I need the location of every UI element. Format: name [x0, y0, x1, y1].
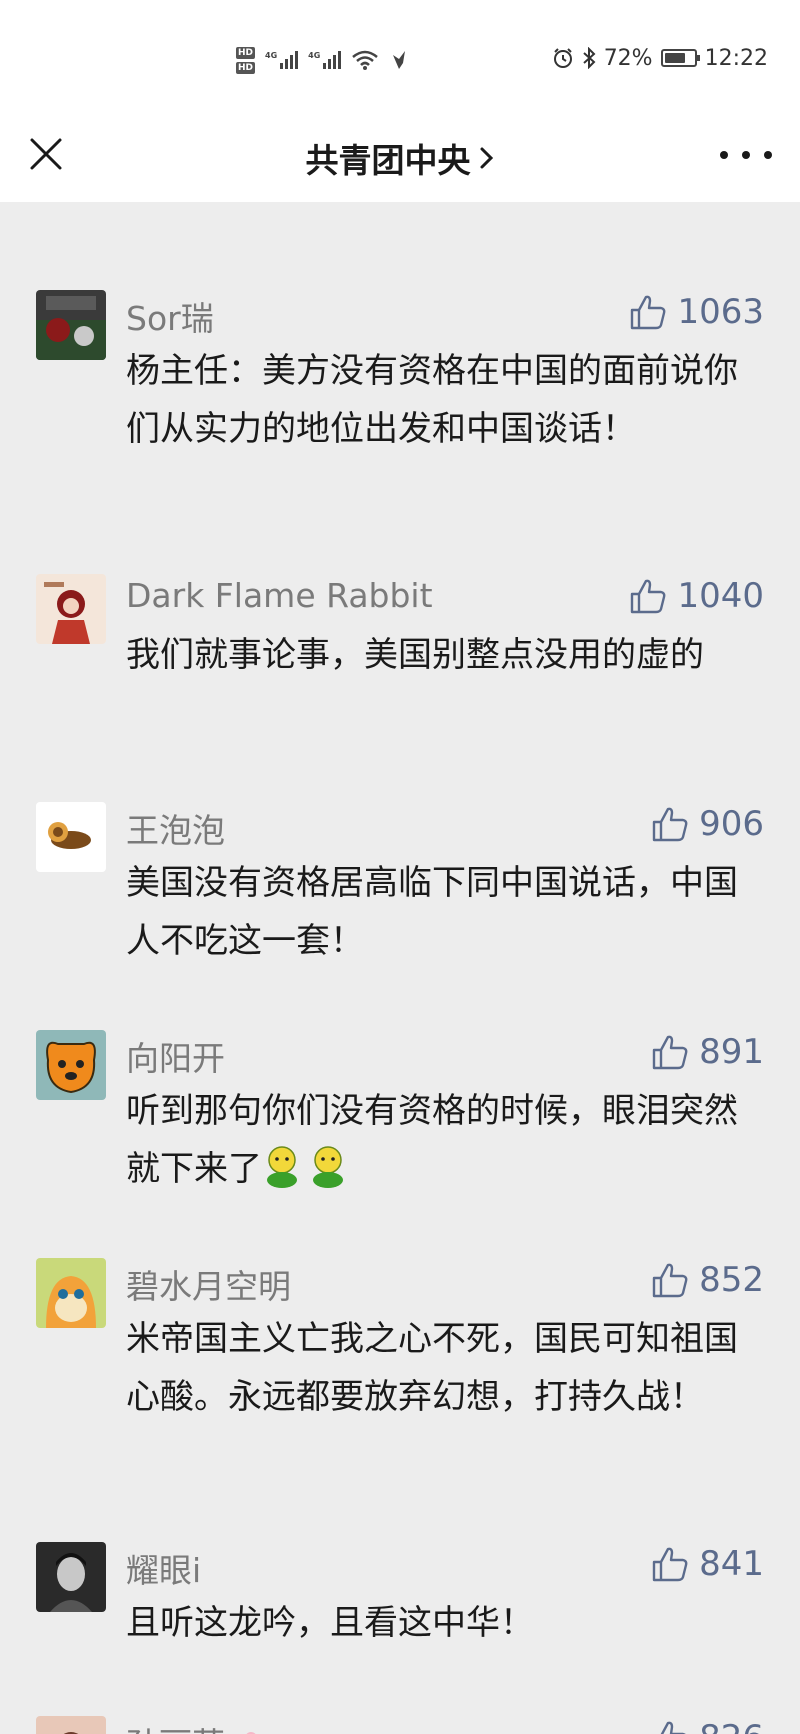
signal-icon: 4G: [308, 51, 342, 69]
comment-author-name: 孙丽莉: [126, 1725, 225, 1734]
comment-text: 听到那句你们没有资格的时候，眼泪突然就下来了: [126, 1082, 746, 1198]
butterfly-icon: [393, 51, 406, 69]
like-count: 891: [699, 1032, 764, 1072]
network-type-label: 4G: [308, 51, 321, 60]
comment-author: 向阳开: [126, 1039, 225, 1078]
more-icon: [764, 151, 772, 159]
avatar[interactable]: [36, 290, 106, 360]
comment-text: 美国没有资格居高临下同中国说话，中国人不吃这一套！: [126, 863, 738, 961]
like-count: 906: [699, 804, 764, 844]
like-count: 826: [699, 1718, 764, 1734]
comment-author: Dark Flame Rabbit: [126, 576, 433, 615]
avatar[interactable]: [36, 1542, 106, 1612]
thumbs-up-icon: [652, 1263, 688, 1298]
signal-bar: [338, 51, 342, 69]
comment-text: 且听这龙吟，且看这中华！: [126, 1603, 534, 1643]
comment-text: 米帝国主义亡我之心不死，国民可知祖国心酸。永远都要放弃幻想，打持久战！: [126, 1319, 738, 1417]
comment-author: Sor瑞: [126, 299, 214, 338]
thumbs-up-icon: [631, 295, 666, 330]
avatar[interactable]: [36, 802, 106, 872]
comment-author: 王泡泡: [126, 811, 225, 850]
wifi-icon: [352, 50, 379, 70]
signal-bar: [295, 51, 299, 69]
more-options-button[interactable]: [720, 140, 772, 170]
like-button[interactable]: 826: [651, 1716, 764, 1734]
like-button[interactable]: 891: [651, 1030, 764, 1074]
clock: 12:22: [704, 45, 768, 71]
avatar[interactable]: [36, 1030, 106, 1100]
battery-level: [664, 53, 685, 63]
like-count: 852: [699, 1260, 764, 1300]
signal-bar: [290, 55, 294, 69]
thumbs-up-icon: [652, 1547, 688, 1582]
comment-author: 孙丽莉: [126, 1718, 266, 1734]
like-button[interactable]: 1063: [629, 290, 764, 334]
signal-icon: 4G: [265, 51, 299, 69]
signal-bar: [323, 63, 327, 69]
hd-indicators: HD HD: [236, 46, 256, 74]
chevron-right-icon: [480, 147, 493, 169]
avatar[interactable]: [36, 1716, 106, 1734]
battery-percent: 72%: [603, 45, 653, 71]
page-title: 共青团中央: [305, 141, 471, 180]
thumbs-up-icon: [660, 1721, 686, 1734]
comment-list[interactable]: Sor瑞 1063 杨主任：美方没有资格在中国的面前说你们从实力的地位出发和中国…: [0, 202, 800, 1734]
comment-author: 耀眼i: [126, 1551, 202, 1590]
bluetooth-icon: [583, 47, 596, 69]
signal-bar: [285, 59, 289, 69]
signal-bar: [333, 55, 337, 69]
comment-text-content: 听到那句你们没有资格的时候，眼泪突然就下来了: [126, 1091, 738, 1189]
avatar[interactable]: [36, 1258, 106, 1328]
signal-bar: [280, 63, 284, 69]
comment-text: 杨主任：美方没有资格在中国的面前说你们从实力的地位出发和中国谈话！: [126, 351, 738, 449]
sad-emoji-icon: [313, 1146, 343, 1188]
sad-emoji-icon: [267, 1146, 297, 1188]
thumbs-up-icon: [652, 1035, 688, 1070]
thumbs-up-icon: [652, 807, 688, 842]
like-button[interactable]: 841: [651, 1542, 764, 1586]
like-count: 1063: [677, 292, 764, 332]
signal-bar: [328, 59, 332, 69]
like-count: 1040: [677, 576, 764, 616]
like-count: 841: [699, 1544, 764, 1584]
like-button[interactable]: 906: [651, 802, 764, 846]
like-button[interactable]: 852: [651, 1258, 764, 1302]
more-icon: [742, 151, 750, 159]
hd-badge: HD: [236, 46, 256, 59]
status-bar: HD HD 4G 4G 72% 12:22: [0, 0, 800, 110]
account-title-link[interactable]: 共青团中央: [0, 134, 800, 182]
more-icon: [720, 151, 728, 159]
battery-icon: [660, 49, 700, 67]
nav-bar: 共青团中央: [0, 110, 800, 202]
alarm-icon: [553, 48, 572, 68]
thumbs-up-icon: [631, 579, 666, 614]
avatar[interactable]: [36, 574, 106, 644]
comment-author: 碧水月空明: [126, 1267, 291, 1306]
status-bar-left: HD HD 4G 4G: [236, 38, 409, 82]
like-button[interactable]: 1040: [629, 574, 764, 618]
comment-text: 我们就事论事，美国别整点没用的虚的: [126, 635, 704, 675]
flower-icon: [246, 1732, 255, 1734]
hd-badge: HD: [236, 61, 256, 74]
network-type-label: 4G: [265, 51, 278, 60]
status-bar-right: 72% 12:22: [552, 40, 768, 76]
